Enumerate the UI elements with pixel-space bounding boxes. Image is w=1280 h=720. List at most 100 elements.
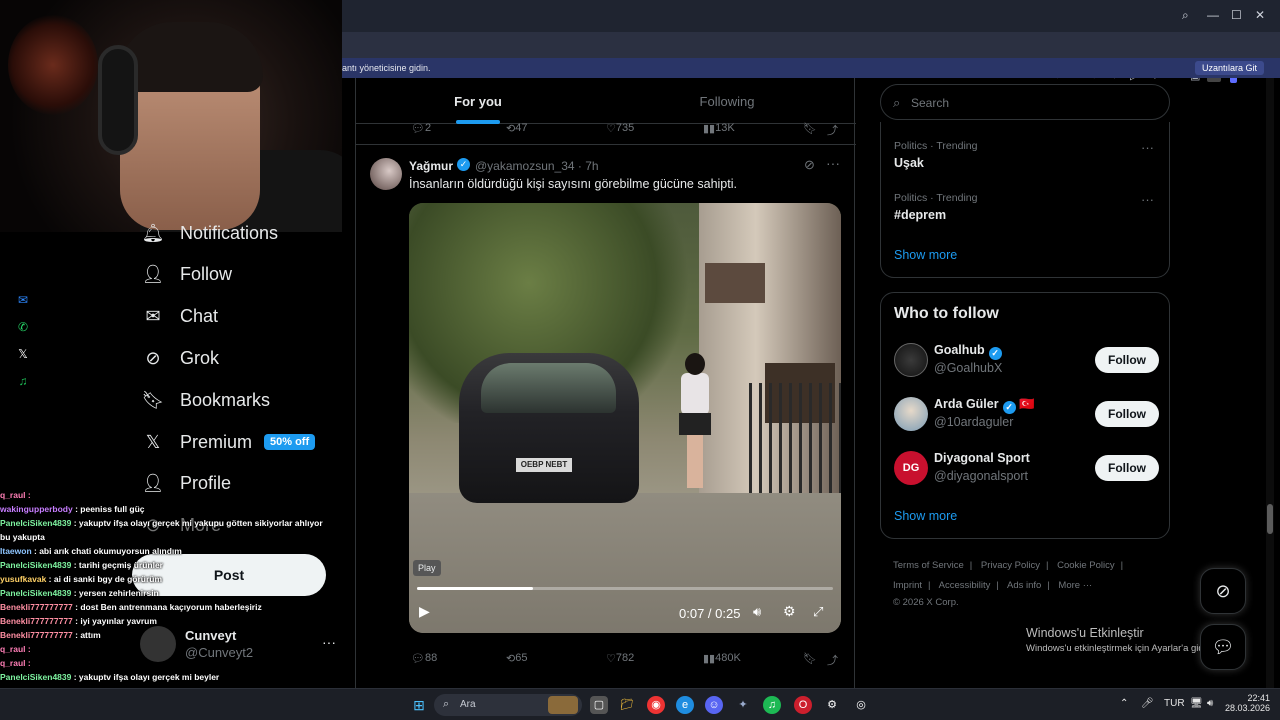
spotify-icon[interactable]: ♫	[12, 371, 34, 391]
bell-icon: 🔔︎	[141, 222, 165, 243]
widget-icon[interactable]	[548, 696, 578, 714]
video-progress-bar[interactable]	[417, 587, 833, 590]
search-input[interactable]	[911, 93, 1151, 113]
avatar[interactable]	[894, 343, 928, 377]
discord-icon[interactable]: ☺	[705, 696, 723, 714]
share-icon[interactable]: ⤴	[827, 122, 838, 138]
tab-following[interactable]: Following	[667, 94, 787, 109]
more-icon[interactable]: ···	[826, 155, 840, 171]
file-explorer-icon[interactable]: 📁︎	[618, 696, 636, 714]
volume-icon[interactable]: 🔊︎	[1207, 698, 1213, 709]
views-stat[interactable]: ▮▮ 13K	[703, 122, 735, 135]
bookmark-icon[interactable]: 🔖︎	[803, 652, 817, 665]
messages-fab[interactable]: 💬︎	[1200, 624, 1246, 670]
tweet-author-handle[interactable]: @yakamozsun_34 · 7h	[475, 159, 599, 173]
follow-suggestion[interactable]: DG Diyagonal Sport @diyagonalsport Follo…	[894, 448, 1159, 488]
obs-icon[interactable]: ◎	[852, 696, 870, 714]
grok-icon[interactable]: ⊘	[804, 157, 815, 173]
like-button[interactable]: ♡ 782	[606, 652, 634, 665]
who-to-follow-panel: Who to follow Goalhub ✓ @GoalhubX Follow …	[880, 292, 1170, 539]
license-plate: OEBP NEBT	[516, 458, 572, 472]
footer-link[interactable]: Cookie Policy	[1057, 560, 1115, 571]
search-icon[interactable]: ⌕	[1182, 8, 1189, 23]
language-indicator[interactable]: TUR	[1164, 698, 1185, 709]
more-icon[interactable]: ···	[1141, 192, 1154, 207]
follow-button[interactable]: Follow	[1095, 455, 1159, 481]
chat-message: Benekli777777777 : attım	[0, 628, 320, 642]
extensions-button[interactable]: Uzantılara Git	[1194, 61, 1264, 75]
who-to-follow-show-more-link[interactable]: Show more	[894, 509, 957, 523]
footer-link[interactable]: Privacy Policy	[981, 560, 1040, 571]
x-logo-icon: 𝕏	[145, 431, 161, 452]
repost-button[interactable]: ⟲ 47	[506, 122, 527, 135]
task-view-icon[interactable]: ▢	[590, 696, 608, 714]
chrome-icon[interactable]: ◉	[647, 696, 665, 714]
spotify-icon[interactable]: ♫	[763, 696, 781, 714]
webcam-overlay	[0, 0, 342, 232]
page-scrollbar[interactable]	[1266, 78, 1274, 688]
network-icon[interactable]: 🖥︎	[1190, 698, 1203, 709]
browser-side-dock: ✉ ✆ 𝕏 ♫	[12, 290, 36, 390]
trends-show-more-link[interactable]: Show more	[894, 248, 957, 262]
chat-message: PanelciSiken4839 : yakuptv ifşa olayı ge…	[0, 516, 323, 530]
minimize-button[interactable]: —	[1207, 8, 1219, 22]
app-icon[interactable]: ✦	[734, 696, 752, 714]
repost-button[interactable]: ⟲ 65	[506, 652, 527, 665]
share-icon[interactable]: ⤴	[827, 652, 838, 668]
footer-link[interactable]: Terms of Service	[893, 560, 964, 571]
chevron-up-icon[interactable]: ⌃	[1120, 698, 1128, 709]
like-button[interactable]: ♡ 735	[606, 122, 634, 135]
more-icon[interactable]: ···	[1141, 140, 1154, 155]
follow-button[interactable]: Follow	[1095, 347, 1159, 373]
steam-icon[interactable]: ⚙	[823, 696, 841, 714]
grok-icon: ⊘	[1215, 581, 1231, 601]
edge-icon[interactable]: e	[676, 696, 694, 714]
views-stat[interactable]: ▮▮ 480K	[703, 652, 741, 665]
follow-button[interactable]: Follow	[1095, 401, 1159, 427]
nav-item-chat[interactable]: ✉ Chat	[142, 296, 218, 336]
avatar[interactable]	[370, 158, 402, 190]
more-icon[interactable]: ···	[322, 634, 336, 650]
bookmark-icon[interactable]: 🔖︎	[803, 122, 817, 135]
volume-icon[interactable]: 🔊︎	[753, 604, 761, 620]
nav-item-follow[interactable]: 👤︎ Follow	[142, 254, 232, 294]
reply-button[interactable]: 💬︎ 88	[411, 652, 437, 665]
gear-icon[interactable]: ⚙	[783, 603, 796, 620]
nav-item-notifications[interactable]: 🔔︎ Notifications	[142, 213, 278, 253]
avatar[interactable]	[894, 397, 928, 431]
chat-text: : iyi yayınlar yavrum	[72, 616, 157, 626]
reply-button[interactable]: 💬︎ 2	[411, 122, 431, 135]
mic-icon[interactable]: 🎤︎	[1141, 698, 1154, 709]
follow-suggestion[interactable]: Goalhub ✓ @GoalhubX Follow	[894, 340, 1159, 380]
footer-link[interactable]: Accessibility	[939, 580, 991, 591]
maximize-button[interactable]: ☐	[1231, 8, 1242, 22]
nav-item-bookmarks[interactable]: 🔖︎ Bookmarks	[142, 380, 270, 420]
clock[interactable]: 22:41 28.03.2026	[1225, 693, 1270, 713]
nav-item-premium[interactable]: 𝕏 Premium 50% off	[142, 422, 316, 462]
close-button[interactable]: ✕	[1255, 8, 1265, 22]
play-icon[interactable]: ▶	[419, 603, 430, 620]
messenger-icon[interactable]: ✉	[12, 290, 34, 310]
grok-fab[interactable]: ⊘	[1200, 568, 1246, 614]
opera-gx-icon[interactable]: O	[794, 696, 812, 714]
tweet-author-name[interactable]: Yağmur	[409, 159, 453, 173]
follow-suggestion[interactable]: Arda Güler ✓ 🇹🇷 @10ardaguler Follow	[894, 394, 1159, 434]
footer-link[interactable]: More ···	[1058, 580, 1092, 591]
chat-message: bu yakupta	[0, 530, 320, 544]
chat-text: : attım	[72, 630, 101, 640]
chat-username: PanelciSiken4839	[0, 672, 72, 682]
x-icon[interactable]: 𝕏	[12, 344, 34, 364]
footer-link[interactable]: Imprint	[893, 580, 922, 591]
whatsapp-icon[interactable]: ✆	[12, 317, 34, 337]
trend-item[interactable]: Politics · Trending Uşak ···	[894, 140, 1154, 170]
avatar[interactable]: DG	[894, 451, 928, 485]
fullscreen-icon[interactable]: ⤢	[813, 604, 823, 620]
trend-item[interactable]: Politics · Trending #deprem ···	[894, 192, 1154, 222]
tab-for-you[interactable]: For you	[418, 94, 538, 109]
windows-start-icon[interactable]: ⊞	[410, 696, 428, 714]
search-box[interactable]: ⌕	[880, 84, 1170, 120]
footer-link[interactable]: Ads info	[1007, 580, 1041, 591]
copyright: © 2026 X Corp.	[893, 597, 959, 608]
nav-item-grok[interactable]: ⊘ Grok	[142, 338, 219, 378]
video-player[interactable]: OEBP NEBT Play ▶ 0:07 / 0:25 🔊︎ ⚙ ⤢	[409, 203, 841, 633]
